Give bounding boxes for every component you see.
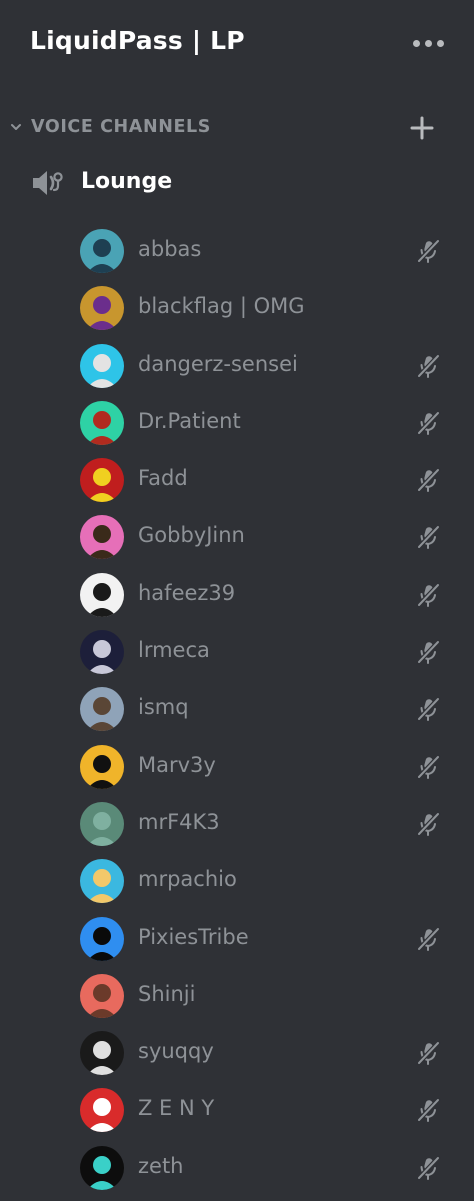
member-name: syuqqy <box>138 1039 214 1064</box>
server-name[interactable]: LiquidPass | LP <box>30 26 245 55</box>
voice-member[interactable]: abbas <box>0 227 474 284</box>
chevron-down-icon[interactable] <box>8 119 24 135</box>
voice-member-list: abbas blackflag | OMG dangerz-sensei Dr.Pat… <box>0 227 474 1201</box>
voice-member[interactable]: Marv3y <box>0 743 474 800</box>
muted-microphone-icon <box>416 697 441 722</box>
muted-microphone-icon <box>416 1040 441 1066</box>
category-label: VOICE CHANNELS <box>31 117 211 137</box>
muted-microphone-icon <box>416 467 441 493</box>
voice-member[interactable]: mrF4K3 <box>0 800 474 857</box>
more-options-button[interactable] <box>408 30 448 56</box>
member-name: abbas <box>138 237 202 261</box>
avatar[interactable] <box>80 286 124 331</box>
voice-member[interactable]: Z E N Y <box>0 1086 474 1143</box>
voice-member[interactable]: hafeez39 <box>0 571 474 628</box>
member-name: Shinji <box>138 981 196 1006</box>
member-name: mrF4K3 <box>138 809 220 834</box>
muted-microphone-icon <box>416 639 441 665</box>
voice-member[interactable]: blackflag | OMG <box>0 284 474 341</box>
member-name: Fadd <box>138 466 188 491</box>
voice-member[interactable]: mrpachio <box>0 857 474 914</box>
muted-microphone-icon <box>416 811 441 837</box>
member-name: Z E N Y <box>138 1096 215 1121</box>
voice-member[interactable]: Shinji <box>0 972 474 1029</box>
member-name: PixiesTribe <box>138 924 249 949</box>
muted-microphone-icon <box>416 238 441 264</box>
muted-microphone-icon <box>416 926 441 951</box>
muted-microphone-icon <box>416 1098 441 1123</box>
muted-microphone-icon <box>416 353 441 378</box>
voice-member[interactable]: zeth <box>0 1144 474 1201</box>
channel-name: Lounge <box>81 169 173 194</box>
voice-member[interactable]: PixiesTribe <box>0 915 474 972</box>
avatar[interactable] <box>80 687 124 732</box>
muted-microphone-icon <box>416 754 441 779</box>
avatar[interactable] <box>80 515 124 560</box>
avatar[interactable] <box>80 1088 124 1133</box>
avatar[interactable] <box>80 916 124 961</box>
voice-member[interactable]: Fadd <box>0 456 474 513</box>
voice-member[interactable]: GobbyJinn <box>0 513 474 570</box>
plus-icon[interactable] <box>408 114 436 142</box>
member-name: dangerz-sensei <box>138 351 298 376</box>
muted-microphone-icon <box>416 410 441 436</box>
member-name: ismq <box>138 695 189 720</box>
speaker-icon <box>33 171 63 195</box>
member-name: Dr.Patient <box>138 408 241 433</box>
member-name: mrpachio <box>138 867 237 892</box>
voice-member[interactable]: syuqqy <box>0 1029 474 1086</box>
avatar[interactable] <box>80 801 124 846</box>
member-name: GobbyJinn <box>138 523 245 548</box>
more-dot <box>436 39 444 47</box>
avatar[interactable] <box>80 1031 124 1076</box>
member-name: blackflag | OMG <box>138 294 305 319</box>
member-name: zeth <box>138 1153 184 1178</box>
avatar[interactable] <box>80 859 124 904</box>
avatar[interactable] <box>80 1145 124 1190</box>
muted-microphone-icon <box>416 582 441 608</box>
avatar[interactable] <box>80 630 124 675</box>
avatar[interactable] <box>80 458 124 503</box>
member-name: lrmeca <box>138 638 210 663</box>
avatar[interactable] <box>80 343 124 388</box>
voice-channel-lounge[interactable]: Lounge <box>0 160 474 206</box>
voice-channels-category[interactable]: VOICE CHANNELS <box>0 108 474 150</box>
voice-member[interactable]: lrmeca <box>0 628 474 685</box>
avatar[interactable] <box>80 973 124 1018</box>
muted-microphone-icon <box>416 1155 441 1180</box>
more-dot <box>424 39 432 47</box>
voice-member[interactable]: dangerz-sensei <box>0 342 474 399</box>
avatar[interactable] <box>80 572 124 617</box>
avatar[interactable] <box>80 229 124 273</box>
avatar[interactable] <box>80 744 124 789</box>
member-name: hafeez39 <box>138 580 236 605</box>
avatar[interactable] <box>80 400 124 445</box>
server-header[interactable]: LiquidPass | LP <box>0 0 474 92</box>
muted-microphone-icon <box>416 525 441 550</box>
member-name: Marv3y <box>138 752 216 777</box>
voice-member[interactable]: ismq <box>0 685 474 742</box>
voice-member[interactable]: Dr.Patient <box>0 399 474 456</box>
more-horizontal-icon <box>412 39 420 47</box>
